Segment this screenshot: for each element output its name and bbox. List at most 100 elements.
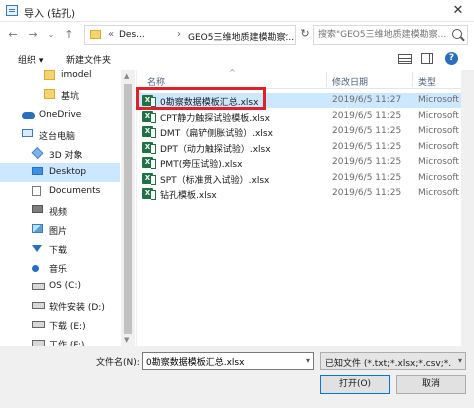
- sidebar-item[interactable]: 图片: [0, 220, 120, 239]
- breadcrumb-separator[interactable]: ›: [177, 29, 181, 40]
- column-divider[interactable]: [412, 72, 413, 87]
- sidebar-item-label: OneDrive: [39, 110, 82, 120]
- breadcrumb-desktop[interactable]: Des...: [119, 30, 145, 40]
- folder-icon: [90, 30, 101, 39]
- sort-ascending-icon: ^: [229, 68, 236, 77]
- sidebar-item-label: Desktop: [49, 167, 87, 177]
- sidebar-scrollbar[interactable]: ▲ ▼: [121, 70, 135, 346]
- file-name: DMT（扁铲侧胀试验）.xlsx: [160, 129, 273, 139]
- video-icon: [32, 205, 43, 213]
- recent-locations-chevron-icon[interactable]: ⌄: [44, 28, 58, 42]
- address-dropdown-icon[interactable]: ⌄: [283, 29, 290, 38]
- scroll-down-icon[interactable]: ▼: [124, 336, 129, 344]
- navigation-pane: ▲ ▼ imodel 基坑 OneDrive 这台电脑 3D 对象 Desktop Docu…: [0, 70, 136, 351]
- cancel-button[interactable]: 取消: [396, 375, 466, 394]
- breadcrumb-current-folder[interactable]: GEO5三维地质建模勘察...: [188, 30, 294, 43]
- dialog-footer: 文件名(N): ▾ 已知文件 (*.txt;*.xlsx;*.csv;*.od …: [0, 346, 474, 408]
- column-divider[interactable]: [326, 72, 327, 87]
- search-box[interactable]: [313, 25, 468, 45]
- sidebar-item-label: imodel: [61, 70, 92, 80]
- up-arrow-icon[interactable]: ↑: [62, 28, 76, 42]
- sidebar-scroll-thumb[interactable]: [124, 84, 132, 334]
- address-path[interactable]: « Des... › GEO5三维地质建模勘察... ⌄: [84, 25, 296, 45]
- forward-arrow-icon[interactable]: →: [26, 28, 40, 42]
- sidebar-item[interactable]: 音乐: [0, 258, 120, 277]
- sidebar-item[interactable]: 这台电脑: [0, 125, 120, 144]
- file-row[interactable]: X PMT(旁压试验).xlsx 2019/6/5 11:25 Microsoft E…: [137, 155, 474, 170]
- file-name: SPT（标准贯入试验）.xlsx: [160, 175, 270, 186]
- sidebar-item[interactable]: Documents: [0, 182, 120, 201]
- sidebar-item[interactable]: 下载: [0, 239, 120, 258]
- sidebar-item-label: 这台电脑: [39, 132, 76, 142]
- sidebar-item-label: 基坑: [61, 92, 80, 102]
- excel-file-icon: X: [142, 157, 156, 169]
- sidebar-item[interactable]: 3D 对象: [0, 144, 120, 163]
- excel-file-icon: X: [142, 141, 156, 154]
- sidebar-item-label: 下载: [49, 246, 68, 256]
- file-list-scrollbar[interactable]: [461, 70, 474, 346]
- sidebar-item[interactable]: imodel: [0, 66, 120, 85]
- scroll-up-icon[interactable]: ▲: [124, 72, 129, 80]
- overflow-chevron[interactable]: «: [108, 29, 114, 40]
- sidebar-item-label: 视频: [49, 208, 68, 218]
- excel-file-icon: X: [142, 172, 156, 185]
- download-icon: [32, 245, 42, 252]
- drive-icon: [32, 302, 45, 309]
- file-row[interactable]: X DMT（扁铲侧胀试验）.xlsx 2019/6/5 11:25 Microsoft…: [137, 124, 474, 139]
- chevron-down-icon[interactable]: ▾: [306, 356, 310, 365]
- sidebar-item[interactable]: 下载 (E:): [0, 315, 120, 334]
- image-icon: [32, 224, 43, 233]
- window-title: 导入 (钻孔): [24, 9, 75, 20]
- preview-pane-icon[interactable]: [421, 53, 433, 64]
- file-type-filter[interactable]: 已知文件 (*.txt;*.xlsx;*.csv;*.od ▾: [320, 352, 466, 370]
- highlight-box-selected-file: [136, 87, 266, 110]
- column-header-type[interactable]: 类型: [418, 75, 436, 88]
- organize-button[interactable]: 组织 ▾: [18, 53, 43, 66]
- sidebar-item-label: 软件安装 (D:): [49, 303, 105, 313]
- file-date: 2019/6/5 11:27: [332, 95, 402, 105]
- file-name: DPT（动力触探试验）.xlsx: [160, 144, 271, 155]
- address-bar: ← → ⌄ ↑ « Des... › GEO5三维地质建模勘察... ⌄ ↻: [0, 22, 474, 48]
- filename-combobox[interactable]: ▾: [142, 352, 314, 370]
- column-header-date[interactable]: 修改日期: [332, 75, 368, 88]
- open-button[interactable]: 打开(O): [320, 375, 390, 394]
- filename-input[interactable]: [146, 355, 296, 368]
- file-row[interactable]: X SPT（标准贯入试验）.xlsx 2019/6/5 11:25 Microsoft…: [137, 171, 474, 186]
- file-row[interactable]: X CPT静力触探试验模板.xlsx 2019/6/5 11:25 Microsoft…: [137, 109, 474, 124]
- search-input[interactable]: [318, 28, 446, 42]
- sidebar-item-label: Documents: [49, 186, 101, 196]
- music-icon: [32, 265, 39, 272]
- doc-icon: [32, 186, 41, 196]
- sidebar-item[interactable]: OneDrive: [0, 106, 120, 125]
- file-date: 2019/6/5 11:25: [332, 157, 402, 167]
- file-name: PMT(旁压试验).xlsx: [160, 160, 243, 170]
- excel-file-icon: X: [142, 126, 156, 138]
- sidebar-item[interactable]: OS (C:): [0, 277, 120, 296]
- back-arrow-icon[interactable]: ←: [6, 28, 20, 42]
- sidebar-item[interactable]: 视频: [0, 201, 120, 220]
- onedrive-icon: [22, 112, 35, 119]
- chevron-down-icon[interactable]: ▾: [458, 356, 462, 365]
- sidebar-item[interactable]: Desktop: [0, 163, 120, 182]
- excel-file-icon: X: [142, 110, 156, 123]
- file-date: 2019/6/5 11:25: [332, 126, 402, 136]
- new-folder-button[interactable]: 新建文件夹: [66, 53, 111, 66]
- view-options-icon[interactable]: [398, 54, 412, 64]
- sidebar-item[interactable]: 软件安装 (D:): [0, 296, 120, 315]
- sidebar-item-label: 3D 对象: [49, 151, 83, 161]
- folder-icon: [44, 70, 55, 80]
- file-type-value: 已知文件 (*.txt;*.xlsx;*.csv;*.od: [325, 359, 451, 369]
- desktop-icon: [32, 167, 43, 175]
- search-icon[interactable]: [452, 29, 462, 39]
- sidebar-item-label: 下载 (E:): [49, 322, 86, 332]
- sidebar-item-label: 音乐: [49, 265, 68, 275]
- close-icon[interactable]: ✕: [450, 3, 466, 19]
- sidebar-item-label: 图片: [49, 227, 68, 237]
- file-date: 2019/6/5 11:25: [332, 141, 402, 152]
- help-icon[interactable]: ?: [445, 52, 458, 65]
- file-row[interactable]: X 钻孔模板.xlsx 2019/6/5 11:25 Microsoft Ex: [137, 186, 474, 201]
- file-list: ^ 名称 修改日期 类型 X 0勘察数据模板汇总.xlsx 2019/6/5 11:…: [137, 68, 474, 346]
- file-row[interactable]: X DPT（动力触探试验）.xlsx 2019/6/5 11:25 Microsoft…: [137, 140, 474, 155]
- sidebar-item[interactable]: 基坑: [0, 85, 120, 104]
- refresh-icon[interactable]: ↻: [298, 27, 312, 41]
